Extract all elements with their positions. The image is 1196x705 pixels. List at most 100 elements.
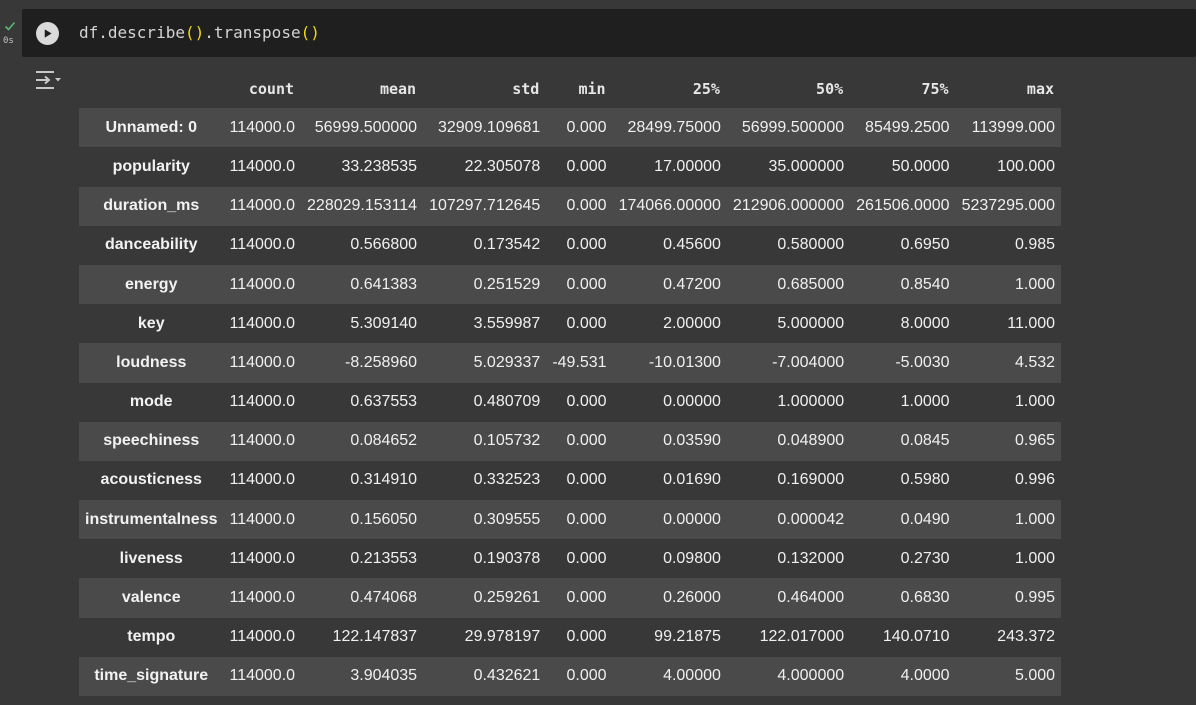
table-cell: 0.332523 bbox=[473, 471, 541, 489]
table-cell: 114000.0 bbox=[229, 197, 296, 215]
table-row: energy 114000.0 0.641383 0.251529 0.000 0.472… bbox=[79, 264, 1062, 305]
table-cell: 0.156050 bbox=[350, 510, 418, 528]
table-cell: 5.000000 bbox=[777, 314, 845, 332]
table-cell: 33.238535 bbox=[341, 157, 418, 175]
table-cell: 140.0710 bbox=[882, 628, 950, 646]
table-cell: 122.147837 bbox=[332, 628, 418, 646]
table-cell: 0.213553 bbox=[350, 549, 418, 567]
table-cell: 0.01690 bbox=[663, 471, 721, 489]
table-cell: 1.000 bbox=[1014, 510, 1056, 528]
table-row: loudness 114000.0 -8.258960 5.029337 -49.531… bbox=[79, 343, 1062, 383]
row-label: popularity bbox=[112, 157, 190, 175]
table-cell: 228029.153114 bbox=[307, 197, 418, 215]
table-cell: 1.000 bbox=[1014, 393, 1056, 411]
table-cell: 0.173542 bbox=[473, 236, 541, 254]
output-toggle-icon bbox=[36, 71, 61, 89]
table-row: liveness 114000.0 0.213553 0.190378 0.000 0.0… bbox=[79, 539, 1062, 579]
row-label: duration_ms bbox=[103, 197, 200, 215]
table-cell: 0.5980 bbox=[900, 471, 950, 489]
table-cell: 0.965 bbox=[1014, 432, 1056, 450]
table-cell: -7.004000 bbox=[772, 353, 845, 371]
row-label: loudness bbox=[116, 353, 187, 371]
table-cell: 0.6950 bbox=[900, 236, 950, 254]
table-row: time_signature 114000.0 3.904035 0.432621 0.… bbox=[79, 656, 1062, 696]
table-cell: 0.000 bbox=[566, 275, 607, 293]
notebook-cell: 0s df.describe().transpose() count mean st… bbox=[0, 0, 1196, 705]
table-cell: -10.01300 bbox=[648, 353, 721, 371]
table-cell: 0.000 bbox=[566, 314, 607, 332]
index-header bbox=[79, 69, 223, 108]
table-row: popularity 114000.0 33.238535 22.305078 0.00… bbox=[79, 147, 1062, 187]
table-cell: 212906.000000 bbox=[732, 197, 845, 215]
row-label: key bbox=[137, 314, 165, 332]
table-cell: 114000.0 bbox=[229, 118, 296, 136]
table-cell: 114000.0 bbox=[229, 510, 296, 528]
table-cell: 0.000 bbox=[566, 393, 607, 411]
table-cell: 243.372 bbox=[997, 628, 1056, 646]
table-cell: 0.000 bbox=[566, 236, 607, 254]
table-cell: 0.000042 bbox=[777, 510, 845, 528]
code-token: .transpose bbox=[204, 23, 301, 42]
cell-gutter: 0s bbox=[0, 0, 22, 60]
header-row: count mean std min 25% 50% 75% max bbox=[79, 69, 1062, 109]
column-header: 50% bbox=[816, 79, 844, 98]
row-label: energy bbox=[125, 275, 178, 293]
table-cell: 1.000000 bbox=[777, 393, 845, 411]
table-cell: 114000.0 bbox=[229, 314, 296, 332]
table-cell: 122.017000 bbox=[759, 628, 845, 646]
table-cell: 8.0000 bbox=[900, 314, 950, 332]
table-row: speechiness 114000.0 0.084652 0.105732 0.000… bbox=[79, 421, 1062, 461]
table-cell: -5.0030 bbox=[895, 353, 950, 371]
table-cell: 0.259261 bbox=[473, 589, 541, 607]
table-cell: 56999.500000 bbox=[314, 118, 418, 136]
table-cell: 0.309555 bbox=[473, 510, 541, 528]
table-cell: 0.2730 bbox=[900, 549, 950, 567]
table-cell: 1.000 bbox=[1014, 275, 1056, 293]
table-cell: 100.000 bbox=[997, 157, 1056, 175]
table-row: key 114000.0 5.309140 3.559987 0.000 2.00000 5… bbox=[79, 304, 1062, 344]
run-cell-button[interactable] bbox=[36, 22, 59, 45]
table-cell: 4.0000 bbox=[900, 667, 950, 685]
table-cell: 3.559987 bbox=[473, 314, 541, 332]
table-cell: 114000.0 bbox=[229, 353, 296, 371]
table-cell: 114000.0 bbox=[229, 667, 296, 685]
row-label: speechiness bbox=[103, 432, 200, 450]
output-toggle-button[interactable] bbox=[34, 68, 62, 92]
row-label: mode bbox=[129, 393, 173, 411]
table-cell: 114000.0 bbox=[229, 549, 296, 567]
column-header: std bbox=[512, 79, 540, 98]
table-cell: 0.169000 bbox=[777, 471, 845, 489]
table-row: acousticness 114000.0 0.314910 0.332523 0.00… bbox=[79, 460, 1062, 501]
table-cell: 0.000 bbox=[566, 667, 607, 685]
table-cell: 0.00000 bbox=[663, 510, 721, 528]
table-row: mode 114000.0 0.637553 0.480709 0.000 0.00000… bbox=[79, 382, 1062, 422]
table-cell: 0.641383 bbox=[350, 275, 418, 293]
code-editor[interactable]: df.describe().transpose() bbox=[22, 9, 1196, 57]
row-label: valence bbox=[121, 589, 181, 607]
table-cell: 0.084652 bbox=[350, 432, 418, 450]
play-icon bbox=[44, 29, 52, 38]
table-cell: 0.47200 bbox=[663, 275, 721, 293]
table-row: Unnamed: 0 114000.0 56999.500000 32909.1096… bbox=[79, 108, 1062, 148]
table-cell: 0.8540 bbox=[900, 275, 950, 293]
code-line[interactable]: df.describe().transpose() bbox=[79, 22, 320, 44]
table-row: duration_ms 114000.0 228029.153114 107297.7… bbox=[79, 186, 1062, 226]
table-cell: 0.685000 bbox=[777, 275, 845, 293]
table-cell: 0.45600 bbox=[663, 236, 721, 254]
column-header: count bbox=[248, 79, 295, 98]
table-cell: 113999.000 bbox=[971, 118, 1056, 136]
table-cell: 0.048900 bbox=[777, 432, 845, 450]
table-cell: 17.00000 bbox=[654, 157, 721, 175]
column-header: min bbox=[578, 79, 606, 98]
table-cell: 0.432621 bbox=[473, 667, 541, 685]
table-cell: 114000.0 bbox=[229, 157, 296, 175]
table-cell: 0.000 bbox=[566, 628, 607, 646]
table-cell: 0.000 bbox=[566, 471, 607, 489]
row-label: time_signature bbox=[94, 667, 209, 685]
table-cell: 35.000000 bbox=[768, 157, 845, 175]
table-cell: 29.978197 bbox=[464, 628, 541, 646]
table-cell: 0.251529 bbox=[473, 275, 541, 293]
table-cell: 4.532 bbox=[1014, 353, 1056, 371]
table-cell: 114000.0 bbox=[229, 628, 296, 646]
table-cell: 0.09800 bbox=[663, 549, 721, 567]
